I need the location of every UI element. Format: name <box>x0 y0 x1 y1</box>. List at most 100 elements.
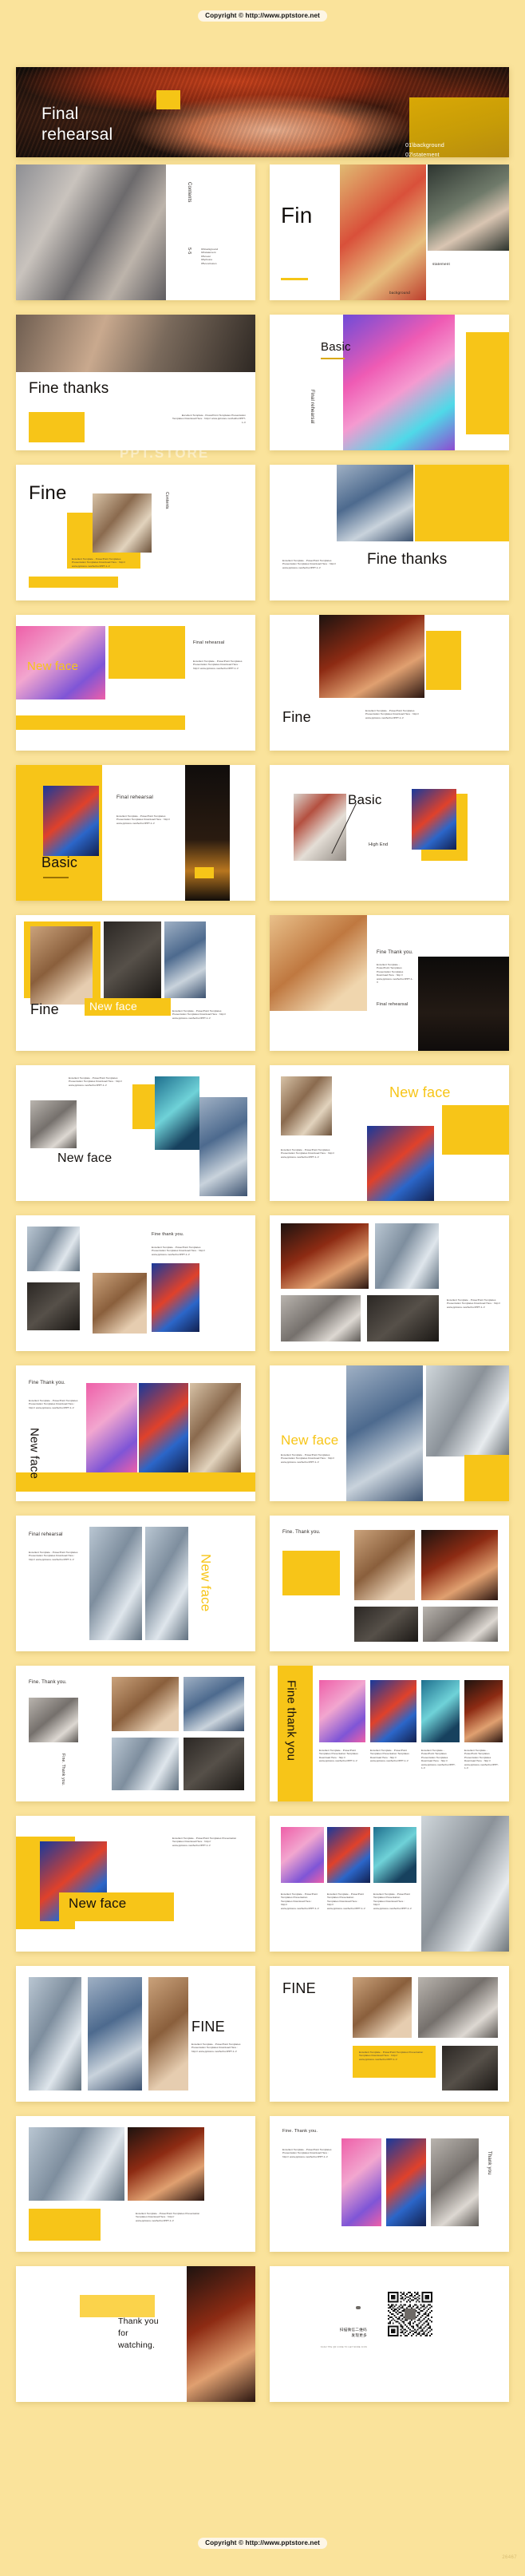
slide-photo <box>319 615 424 698</box>
hero-title-line1: Final <box>41 105 79 123</box>
slide-photo <box>43 786 99 856</box>
slide-title: Fine thank you. <box>152 1232 184 1237</box>
slide-title: New face <box>57 1151 112 1165</box>
slide-body-text: Excellent Template - PowerPoint Template… <box>365 709 420 719</box>
slide-thumbnail[interactable]: Excellent Template - PowerPoint Template… <box>270 1816 509 1952</box>
slide-photo <box>128 2127 204 2201</box>
slide-thumbnail[interactable]: Fine Thank you. Excellent Template - Pow… <box>270 915 509 1051</box>
hero-agenda-list: 01\background 02\statement 03\cover 04\p… <box>405 141 499 157</box>
slide-photo <box>16 315 255 372</box>
slide-photo <box>30 926 93 1005</box>
slide-photo <box>319 1680 365 1742</box>
accent-block <box>132 1084 155 1129</box>
slide-thumbnail[interactable]: Contents 5-5 01\background 02\statement … <box>16 164 255 300</box>
slide-photo <box>367 1126 434 1201</box>
slide-body-text: Excellent Template - PowerPoint Template… <box>172 1837 237 1847</box>
slide-photo <box>145 1527 188 1640</box>
slide-row: Excellent Template - PowerPoint Template… <box>16 1065 509 1201</box>
slide-body-text: Excellent Template - PowerPoint Template… <box>69 1076 123 1087</box>
slide-photo <box>187 2266 255 2402</box>
slide-thumbnail[interactable]: Fine thank you. Excellent Template - Pow… <box>16 1215 255 1351</box>
qr-code <box>388 2292 432 2336</box>
accent-block <box>464 1455 509 1501</box>
slide-thumbnail[interactable]: Thank you for watching. <box>16 2266 255 2402</box>
slide-photo <box>442 2046 498 2091</box>
slide-thumbnail[interactable]: Fin statement background <box>270 164 509 300</box>
slide-thumbnail[interactable]: Fine Thank you. Excellent Template - Pow… <box>16 1365 255 1501</box>
slide-thumbnail[interactable]: 扫描微信二维码 发现更多 SCAN THE QR CODE TO GET MOR… <box>270 2266 509 2402</box>
slide-thumbnail[interactable]: FINE Excellent Template - PowerPoint Tem… <box>16 1966 255 2102</box>
accent-block <box>195 867 214 878</box>
slide-thumbnail[interactable]: Fine. Thank you. Fine. Thank you. <box>16 1666 255 1801</box>
slide-thumbnail[interactable]: FINE Excellent Template - PowerPoint Tem… <box>270 1966 509 2102</box>
slide-thumbnail[interactable]: Fine thanks Excellent Template - PowerPo… <box>270 465 509 600</box>
slide-body-text: Excellent Template - PowerPoint Template… <box>447 1298 501 1309</box>
slide-photo <box>354 1530 415 1600</box>
slide-thumbnail[interactable]: Fine Contents Excellent Template - Power… <box>16 465 255 600</box>
qr-caption-cn: 扫描微信二维码 发现更多 <box>302 2327 367 2339</box>
slide-body-text: Excellent Template - PowerPoint Template… <box>172 414 246 424</box>
slide-photo <box>88 1977 142 2091</box>
slide-body-text: Excellent Template - PowerPoint Template… <box>29 1399 78 1409</box>
thanks-line3: watching. <box>118 2340 156 2351</box>
slide-thumbnail[interactable]: Fine. Thank you. Thank you Excellent Tem… <box>270 2116 509 2252</box>
slide-body-text: Excellent Template - PowerPoint Template… <box>191 2043 241 2053</box>
slide-photo <box>340 164 426 300</box>
slide-body-text: Excellent Template - PowerPoint Template… <box>193 660 243 670</box>
slide-thumbnail[interactable]: Final rehearsal Excellent Template - Pow… <box>16 1516 255 1651</box>
slide-label: Contents <box>164 492 169 509</box>
title-underline <box>43 877 69 879</box>
slide-title: Basic <box>41 854 78 870</box>
accent-block <box>415 465 509 541</box>
page-number: 26467 <box>502 2555 517 2560</box>
agenda-item: 01\background <box>405 141 444 149</box>
slide-thumbnail[interactable]: Basic High End <box>270 765 509 901</box>
slide-thumbnail[interactable]: Fine New face Excellent Template - Power… <box>16 915 255 1051</box>
title-underline <box>321 358 345 359</box>
slide-row: Final rehearsal Excellent Template - Pow… <box>16 765 509 901</box>
slide-thumbnail[interactable]: Fine thank you Excellent Template - Powe… <box>270 1666 509 1801</box>
slide-photo <box>370 1680 416 1742</box>
slide-thumbnail[interactable]: Excellent Template - PowerPoint Template… <box>16 1816 255 1952</box>
slide-thumbnail[interactable]: Final rehearsal Excellent Template - Pow… <box>16 765 255 901</box>
slide-row: FINE Excellent Template - PowerPoint Tem… <box>16 1966 509 2102</box>
slide-thumbnail[interactable]: Excellent Template - PowerPoint Template… <box>16 2116 255 2252</box>
slide-photo <box>346 1365 423 1501</box>
slide-thumbnail[interactable]: Excellent Template - PowerPoint Template… <box>270 1215 509 1351</box>
slide-thumbnail[interactable]: Excellent Template - PowerPoint Template… <box>16 1065 255 1201</box>
slide-title: Fine Thank you. <box>29 1381 65 1385</box>
slide-photo <box>418 957 509 1051</box>
slide-title: Fine <box>30 1001 59 1017</box>
slide-photo <box>426 1365 509 1456</box>
slide-photo <box>93 1273 147 1334</box>
slide-thumbnail[interactable]: Fine. Thank you. <box>270 1516 509 1651</box>
slide-photo <box>89 1527 142 1640</box>
slide-thumbnail[interactable]: New face Excellent Template - PowerPoint… <box>270 1065 509 1201</box>
slide-title: Fine thank you <box>284 1680 298 1762</box>
slide-thumbnail[interactable]: New face Final rehearsal Excellent Templ… <box>16 615 255 751</box>
slide-title: Fine Thank you. <box>377 950 413 955</box>
slide-thumbnail[interactable]: Fine thanks Excellent Template - PowerPo… <box>16 315 255 450</box>
slide-subnumber: 5-5 <box>187 248 191 255</box>
slide-photo <box>412 789 456 850</box>
slide-caption: Fine. Thank you. <box>61 1754 65 1786</box>
slide-photo <box>112 1677 179 1731</box>
slide-photo <box>367 1295 439 1342</box>
cloud-icon <box>356 2306 361 2309</box>
slide-thumbnail[interactable]: Fine Excellent Template - PowerPoint Tem… <box>270 615 509 751</box>
slide-photo <box>27 1227 80 1271</box>
slide-side-label: Final rehearsal <box>193 640 225 645</box>
slide-body-text: Excellent Template - PowerPoint Template… <box>359 2051 424 2061</box>
slide-photo <box>86 1383 137 1472</box>
slide-row: Contents 5-5 01\background 02\statement … <box>16 164 509 300</box>
slide-thumbnail[interactable]: Basic Final rehearsal <box>270 315 509 450</box>
accent-block <box>29 412 85 442</box>
slide-body-text: Excellent Template - PowerPoint Template… <box>281 1892 319 1910</box>
slide-photo <box>373 1827 416 1883</box>
slide-title: Fine. Thank you. <box>29 1680 67 1685</box>
slide-title: Fin <box>281 203 313 228</box>
slide-photo <box>184 1738 244 1790</box>
slide-title: New face <box>389 1084 451 1100</box>
slide-title: Basic <box>348 792 382 807</box>
slide-thumbnail[interactable]: New face Excellent Template - PowerPoint… <box>270 1365 509 1501</box>
